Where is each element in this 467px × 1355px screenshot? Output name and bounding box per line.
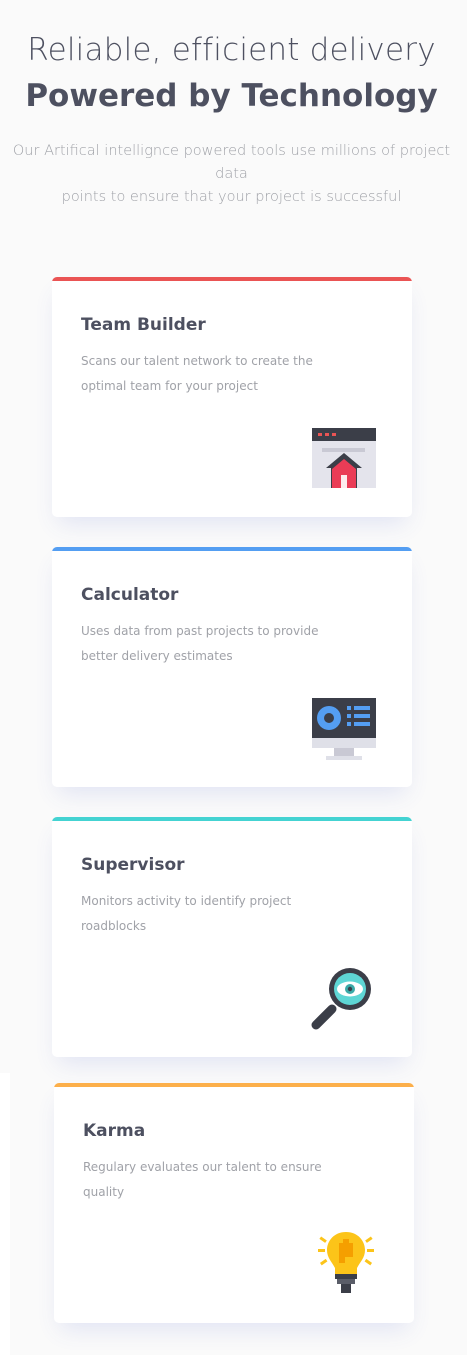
intro-line-1: Our Artifical intellignce powered tools … xyxy=(12,143,451,182)
card-accent-bar xyxy=(52,547,412,551)
card-description: Regulary evaluates our talent to ensure … xyxy=(83,1160,322,1199)
card-accent-bar xyxy=(52,817,412,821)
card-description: Uses data from past projects to provide … xyxy=(81,624,319,663)
headline-bold: Powered by Technology xyxy=(25,78,438,114)
card-calculator: Calculator Uses data from past projects … xyxy=(52,547,412,787)
card-title: Supervisor xyxy=(81,855,185,875)
supervisor-icon xyxy=(310,965,378,1033)
intro-text: Our Artifical intellignce powered tools … xyxy=(2,140,461,209)
card-karma: Karma Regulary evaluates our talent to e… xyxy=(54,1083,414,1323)
card-supervisor: Supervisor Monitors activity to identify… xyxy=(52,817,412,1057)
card-accent-bar xyxy=(54,1083,414,1087)
karma-icon xyxy=(312,1231,380,1299)
card-title: Karma xyxy=(83,1121,146,1141)
headline-light: Reliable, efficient delivery xyxy=(27,32,436,68)
calculator-icon xyxy=(310,695,378,763)
card-description: Monitors activity to identify project ro… xyxy=(81,894,292,933)
card-title: Team Builder xyxy=(81,315,206,335)
card-title: Calculator xyxy=(81,585,179,605)
side-strip xyxy=(0,1073,10,1355)
card-accent-bar xyxy=(52,277,412,281)
card-description: Scans our talent network to create the o… xyxy=(81,354,313,393)
card-team-builder: Team Builder Scans our talent network to… xyxy=(52,277,412,517)
team-builder-icon xyxy=(310,425,378,493)
intro-line-2: points to ensure that your project is su… xyxy=(61,189,402,205)
